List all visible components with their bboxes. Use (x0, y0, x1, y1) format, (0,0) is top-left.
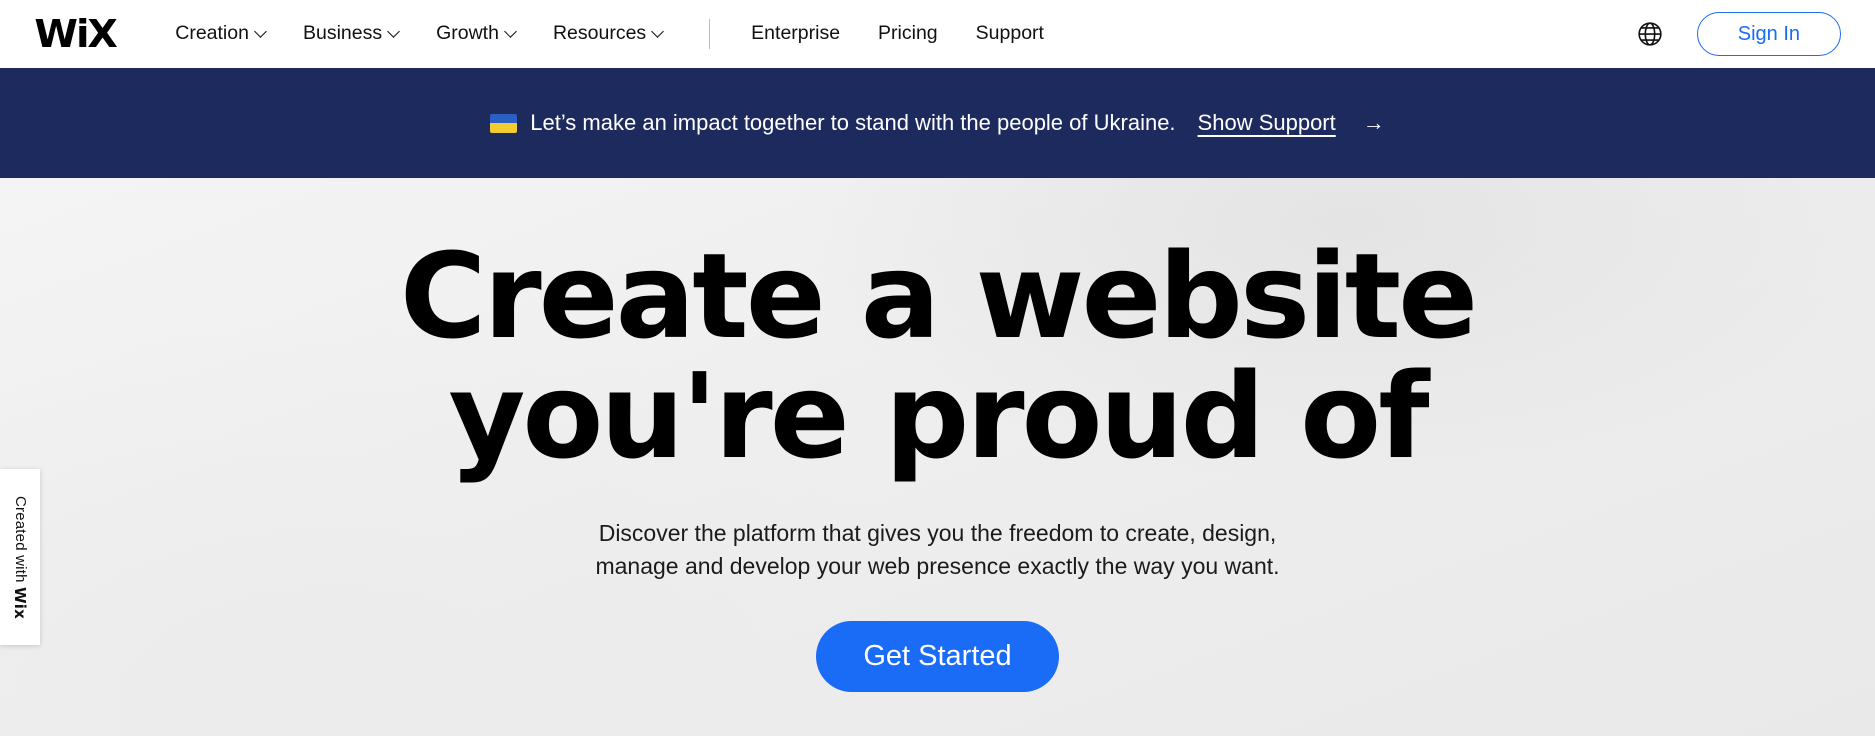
nav-item-growth[interactable]: Growth (417, 24, 534, 44)
sign-in-button[interactable]: Sign In (1696, 12, 1841, 56)
hero-title-line-1: Create a website (399, 227, 1478, 365)
hero-section: Create a website you're proud of Discove… (0, 178, 1875, 736)
chevron-down-icon (387, 24, 400, 38)
show-support-link[interactable]: Show Support (1198, 112, 1336, 134)
banner-message: Let’s make an impact together to stand w… (530, 110, 1176, 135)
created-with-wix-prefix: Created with (12, 495, 29, 587)
page-title: Create a website you're proud of (400, 236, 1478, 477)
ukraine-support-banner: Let’s make an impact together to stand w… (0, 68, 1875, 178)
ukraine-flag-icon (490, 113, 518, 133)
nav-item-enterprise[interactable]: Enterprise (732, 24, 859, 44)
nav-item-creation[interactable]: Creation (156, 24, 284, 44)
primary-menu: Creation Business Growth Resources (156, 24, 681, 44)
chevron-down-icon (504, 24, 517, 38)
banner-content: Let’s make an impact together to stand w… (490, 112, 1385, 134)
navbar-actions: Sign In (1637, 12, 1841, 56)
wix-logo[interactable]: WiX (34, 15, 117, 53)
nav-item-resources-label: Resources (552, 22, 647, 45)
nav-item-growth-label: Growth (436, 22, 499, 45)
nav-item-business-label: Business (302, 22, 383, 45)
arrow-right-icon[interactable]: → (1363, 112, 1385, 134)
globe-icon[interactable] (1637, 21, 1663, 47)
nav-item-pricing[interactable]: Pricing (859, 24, 957, 44)
nav-item-support[interactable]: Support (957, 24, 1063, 44)
created-with-wix-brand: Wix (11, 586, 29, 619)
nav-item-resources[interactable]: Resources (534, 24, 681, 44)
hero-subtitle: Discover the platform that gives you the… (595, 517, 1279, 584)
nav-divider (709, 19, 711, 49)
get-started-button[interactable]: Get Started (816, 621, 1059, 693)
nav-item-creation-label: Creation (175, 22, 249, 45)
created-with-wix-label: Created with Wix (11, 496, 29, 619)
secondary-menu: Enterprise Pricing Support (732, 24, 1063, 44)
created-with-wix-badge[interactable]: Created with Wix (0, 469, 40, 645)
top-navigation-bar: WiX Creation Business Growth Resources E… (0, 0, 1875, 68)
hero-title-line-2: you're proud of (448, 347, 1429, 486)
chevron-down-icon (651, 24, 665, 38)
hero-subtitle-line-1: Discover the platform that gives you the… (598, 519, 1277, 546)
hero-subtitle-line-2: manage and develop your web presence exa… (595, 553, 1280, 580)
chevron-down-icon (254, 24, 267, 38)
nav-item-business[interactable]: Business (284, 24, 417, 44)
